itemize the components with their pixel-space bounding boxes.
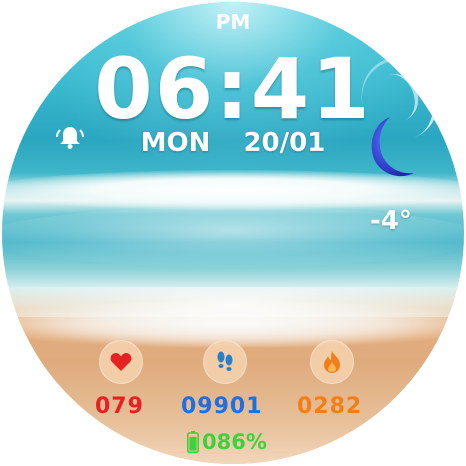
steps-value: 09901 [181, 394, 263, 419]
calories-button[interactable] [310, 340, 354, 384]
ampm-indicator: PM [215, 10, 251, 34]
heart-rate-button[interactable] [99, 340, 143, 384]
moon-icon[interactable] [360, 113, 420, 183]
footsteps-icon [217, 351, 233, 371]
calories-value: 0282 [297, 394, 363, 419]
heart-rate-value: 079 [95, 394, 144, 419]
date-label: 20/01 [243, 128, 326, 158]
battery-indicator[interactable]: 086% [187, 430, 267, 454]
battery-percentage: 086% [202, 430, 267, 454]
weekday-label: MON [140, 128, 211, 158]
flame-icon [324, 351, 340, 373]
battery-icon [187, 431, 199, 453]
temperature-label[interactable]: -4° [370, 206, 412, 236]
heart-icon [110, 353, 132, 371]
alarm-bell-icon[interactable] [55, 122, 85, 152]
shore-foam [2, 287, 464, 347]
steps-button[interactable] [203, 340, 247, 384]
